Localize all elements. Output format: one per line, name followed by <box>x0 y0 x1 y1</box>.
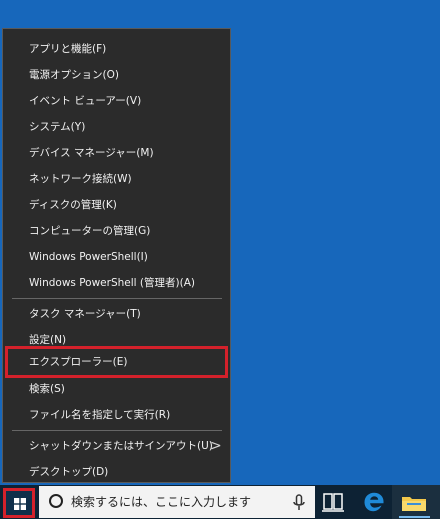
menu-item-powershell-admin[interactable]: Windows PowerShell (管理者)(A) <box>3 270 230 296</box>
menu-item-disk-management[interactable]: ディスクの管理(K) <box>3 192 230 218</box>
menu-item-shutdown-signout[interactable]: シャットダウンまたはサインアウト(U) > <box>3 433 230 459</box>
menu-item-task-manager[interactable]: タスク マネージャー(T) <box>3 301 230 327</box>
edge-icon[interactable] <box>361 489 387 515</box>
active-app-indicator <box>399 516 430 518</box>
taskbar: 検索するには、ここに入力します <box>0 485 440 519</box>
winx-context-menu: アプリと機能(F) 電源オプション(O) イベント ビューアー(V) システム(… <box>2 28 231 483</box>
submenu-arrow-icon: > <box>210 438 222 454</box>
task-view-icon[interactable] <box>321 491 345 513</box>
menu-item-search[interactable]: 検索(S) <box>3 376 230 402</box>
windows-logo-icon <box>14 498 26 510</box>
microphone-icon[interactable] <box>291 494 307 512</box>
menu-item-file-explorer[interactable]: エクスプローラー(E) <box>3 349 230 375</box>
menu-separator <box>12 430 222 431</box>
menu-item-network-connections[interactable]: ネットワーク接続(W) <box>3 166 230 192</box>
search-placeholder: 検索するには、ここに入力します <box>71 495 252 509</box>
shutdown-signout-label: シャットダウンまたはサインアウト(U) <box>29 440 213 452</box>
search-circle-icon <box>49 494 63 508</box>
menu-item-run[interactable]: ファイル名を指定して実行(R) <box>3 402 230 428</box>
start-button[interactable] <box>3 488 35 518</box>
menu-item-computer-management[interactable]: コンピューターの管理(G) <box>3 218 230 244</box>
menu-item-device-manager[interactable]: デバイス マネージャー(M) <box>3 140 230 166</box>
taskbar-search-box[interactable]: 検索するには、ここに入力します <box>39 486 315 518</box>
menu-item-apps-features[interactable]: アプリと機能(F) <box>3 36 230 62</box>
menu-item-event-viewer[interactable]: イベント ビューアー(V) <box>3 88 230 114</box>
menu-item-desktop[interactable]: デスクトップ(D) <box>3 459 230 485</box>
folder-icon[interactable] <box>400 490 428 514</box>
menu-item-power-options[interactable]: 電源オプション(O) <box>3 62 230 88</box>
menu-item-system[interactable]: システム(Y) <box>3 114 230 140</box>
menu-separator <box>12 298 222 299</box>
menu-item-powershell[interactable]: Windows PowerShell(I) <box>3 244 230 270</box>
